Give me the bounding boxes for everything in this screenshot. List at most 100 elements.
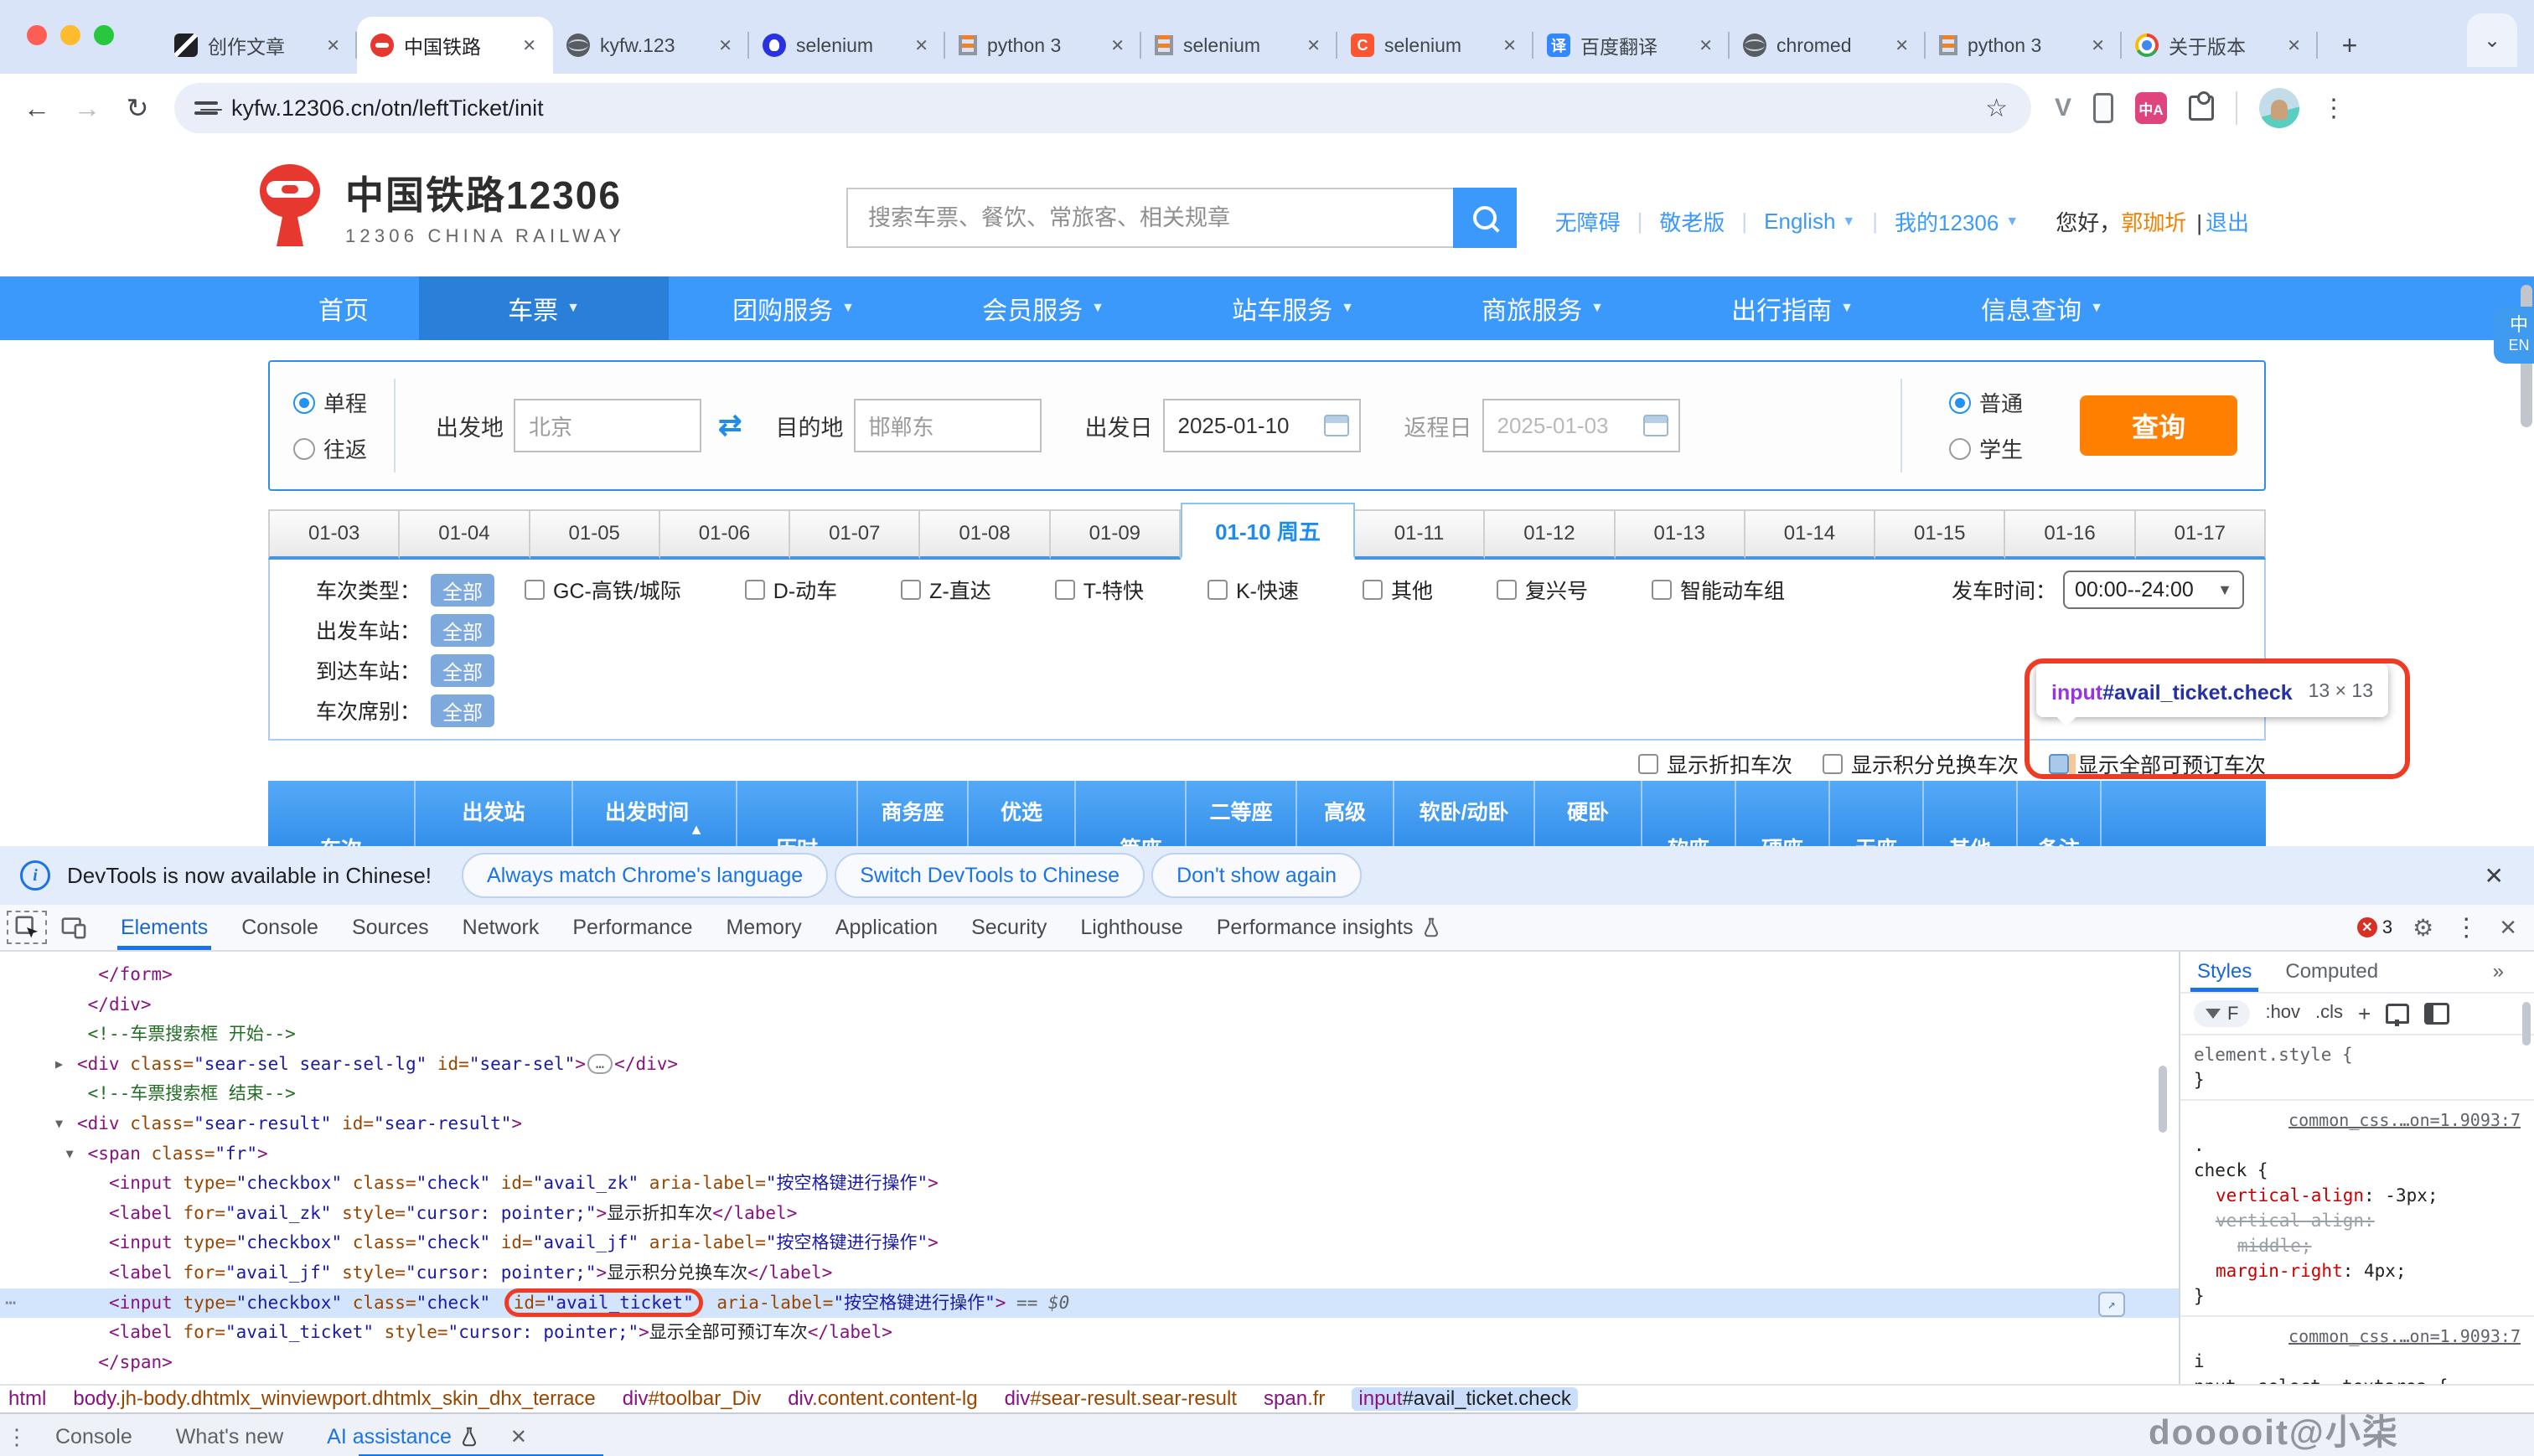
bookmark-star-icon[interactable]: ☆ xyxy=(1972,94,2021,123)
checkbox-icon[interactable] xyxy=(901,580,921,600)
checkbox-icon[interactable] xyxy=(745,580,765,600)
browser-tab[interactable]: 译百度翻译✕ xyxy=(1533,17,1730,74)
element-style-section[interactable]: element.style { } xyxy=(2180,1035,2534,1101)
train-type-option[interactable]: GC-高铁/城际 xyxy=(525,575,681,605)
new-tab-button[interactable]: + xyxy=(2328,23,2371,67)
depart-date-input[interactable]: 2025-01-10 xyxy=(1163,399,1361,452)
header-link[interactable]: 无障碍 xyxy=(1538,206,1637,237)
display-option-0[interactable]: 显示折扣车次 xyxy=(1638,749,1792,779)
filter-all-badge[interactable]: 全部 xyxy=(431,614,494,647)
devtools-close-icon[interactable]: ✕ xyxy=(2499,915,2517,941)
css-property-overridden[interactable]: vertical-align: xyxy=(2194,1208,2521,1233)
date-tab[interactable]: 01-14 xyxy=(1745,509,1875,560)
styles-filter[interactable]: F xyxy=(2194,1000,2250,1027)
date-tab[interactable]: 01-16 xyxy=(2005,509,2135,560)
expanded-arrow-icon[interactable]: ▼ xyxy=(55,1109,77,1139)
browser-tab[interactable]: chromed✕ xyxy=(1730,17,1926,74)
date-tab[interactable]: 01-03 xyxy=(268,509,400,560)
breadcrumb-item[interactable]: span.fr xyxy=(1264,1387,1325,1411)
drawer-tab-ai-assistance[interactable]: AI assistance xyxy=(305,1425,500,1449)
query-button[interactable]: 查询 xyxy=(2080,395,2237,456)
table-column-header[interactable]: 出发站 xyxy=(416,781,573,846)
date-tab[interactable]: 01-13 xyxy=(1616,509,1745,560)
nav-item-3[interactable]: 会员服务▼ xyxy=(918,276,1168,340)
collapsed-children-icon[interactable]: … xyxy=(587,1054,613,1074)
infobar-button[interactable]: Always match Chrome's language xyxy=(462,853,828,898)
code-line[interactable]: <!--车票搜索框 结束--> xyxy=(0,1079,2179,1109)
devtools-tab-lighthouse[interactable]: Lighthouse xyxy=(1063,905,1199,950)
drawer-menu-icon[interactable]: ⋮ xyxy=(0,1424,34,1450)
devtools-tab-performance-insights[interactable]: Performance insights xyxy=(1200,905,1457,950)
site-logo[interactable]: 中国铁路12306 12306 CHINA RAILWAY xyxy=(255,163,625,250)
code-line[interactable]: <input type="checkbox" class="check" id=… xyxy=(0,1169,2179,1199)
tab-close-icon[interactable]: ✕ xyxy=(2283,35,2304,56)
forward-button[interactable]: → xyxy=(67,93,107,124)
code-line[interactable]: <input type="checkbox" class="check" id=… xyxy=(0,1288,2179,1319)
browser-tab[interactable]: python 3✕ xyxy=(945,17,1141,74)
nav-item-7[interactable]: 信息查询▼ xyxy=(1917,276,2167,340)
breadcrumb-item[interactable]: html xyxy=(8,1387,46,1411)
tab-close-icon[interactable]: ✕ xyxy=(323,35,344,56)
to-station-input[interactable]: 邯郸东 xyxy=(854,399,1042,452)
browser-tab[interactable]: 创作文章✕ xyxy=(161,17,357,74)
devtools-tab-console[interactable]: Console xyxy=(225,905,335,950)
train-type-option[interactable]: Z-直达 xyxy=(901,575,991,605)
radio-normal[interactable]: 普通 xyxy=(1949,387,2023,418)
settings-gear-icon[interactable]: ⚙ xyxy=(2412,914,2433,942)
date-tab[interactable]: 01-07 xyxy=(790,509,920,560)
nav-item-0[interactable]: 首页 xyxy=(268,276,419,340)
browser-tab[interactable]: selenium✕ xyxy=(1141,17,1337,74)
breadcrumb-item[interactable]: div.content.content-lg xyxy=(788,1387,977,1411)
browser-tab[interactable]: kyfw.123✕ xyxy=(553,17,749,74)
translate-extension-icon[interactable]: 中A xyxy=(2135,92,2167,124)
browser-tab[interactable]: Cselenium✕ xyxy=(1337,17,1533,74)
css-property-overridden[interactable]: middle; xyxy=(2194,1233,2521,1258)
code-line[interactable]: </div> xyxy=(0,990,2179,1020)
table-column-header[interactable]: 其他 xyxy=(1924,781,2018,846)
devtools-tab-elements[interactable]: Elements xyxy=(104,905,225,950)
breadcrumb-item[interactable]: div#sear-result.sear-result xyxy=(1005,1387,1237,1411)
return-date-input[interactable]: 2025-01-03 xyxy=(1482,399,1680,452)
drawer-tab-close-icon[interactable]: ✕ xyxy=(500,1425,537,1449)
device-extension-icon[interactable] xyxy=(2093,93,2113,123)
code-line[interactable]: <label for="avail_jf" style="cursor: poi… xyxy=(0,1258,2179,1288)
tab-close-icon[interactable]: ✕ xyxy=(2087,35,2108,56)
nav-item-5[interactable]: 商旅服务▼ xyxy=(1418,276,1668,340)
device-toolbar-button[interactable] xyxy=(54,911,94,944)
more-tabs-icon[interactable]: » xyxy=(2493,960,2534,984)
date-tab[interactable]: 01-15 xyxy=(1875,509,2005,560)
table-column-header[interactable]: 无座 xyxy=(1830,781,1924,846)
checkbox-icon[interactable] xyxy=(1208,580,1228,600)
train-type-option[interactable]: 其他 xyxy=(1363,575,1433,605)
vue-devtools-icon[interactable]: V xyxy=(2055,94,2071,122)
reload-button[interactable]: ↻ xyxy=(117,92,158,124)
stylesheet-link[interactable]: common_css.…on=1.9093:7 xyxy=(2194,1324,2521,1349)
address-bar[interactable]: kyfw.12306.cn/otn/leftTicket/init ☆ xyxy=(174,83,2031,133)
more-actions-icon[interactable]: ⋯ xyxy=(5,1288,18,1319)
error-badge[interactable]: ✕3 xyxy=(2357,916,2392,938)
date-tab[interactable]: 01-08 xyxy=(920,509,1050,560)
from-station-input[interactable]: 北京 xyxy=(514,399,701,452)
inspect-element-button[interactable] xyxy=(7,911,47,944)
code-line[interactable]: <input type="checkbox" class="check" id=… xyxy=(0,1228,2179,1258)
train-type-option[interactable]: 智能动车组 xyxy=(1652,575,1785,605)
sidebar-panel-icon[interactable] xyxy=(2424,1003,2449,1025)
filter-all-badge[interactable]: 全部 xyxy=(431,694,494,727)
date-tab[interactable]: 01-05 xyxy=(530,509,660,560)
table-column-header[interactable]: 优选 xyxy=(969,781,1076,846)
style-rule[interactable]: common_css.…on=1.9093:7.check {vertical-… xyxy=(2180,1101,2534,1317)
collapsed-arrow-icon[interactable]: ▶ xyxy=(55,1050,77,1080)
back-button[interactable]: ← xyxy=(17,93,57,124)
checkbox-icon[interactable] xyxy=(1055,580,1075,600)
expanded-arrow-icon[interactable]: ▼ xyxy=(66,1139,88,1169)
css-property[interactable]: vertical-align: -3px; xyxy=(2194,1183,2521,1208)
radio-round-trip[interactable]: 往返 xyxy=(293,433,367,464)
tab-close-icon[interactable]: ✕ xyxy=(1499,35,1520,56)
table-column-header[interactable]: 硬座 xyxy=(1736,781,1830,846)
swap-stations-icon[interactable]: ⇄ xyxy=(718,409,742,442)
radio-student[interactable]: 学生 xyxy=(1949,433,2023,464)
styles-scrollbar-thumb[interactable] xyxy=(2522,1002,2531,1046)
table-column-header[interactable]: 软卧/动卧 xyxy=(1394,781,1535,846)
train-type-option[interactable]: D-动车 xyxy=(745,575,837,605)
code-line[interactable]: <label for="avail_zk" style="cursor: poi… xyxy=(0,1199,2179,1229)
